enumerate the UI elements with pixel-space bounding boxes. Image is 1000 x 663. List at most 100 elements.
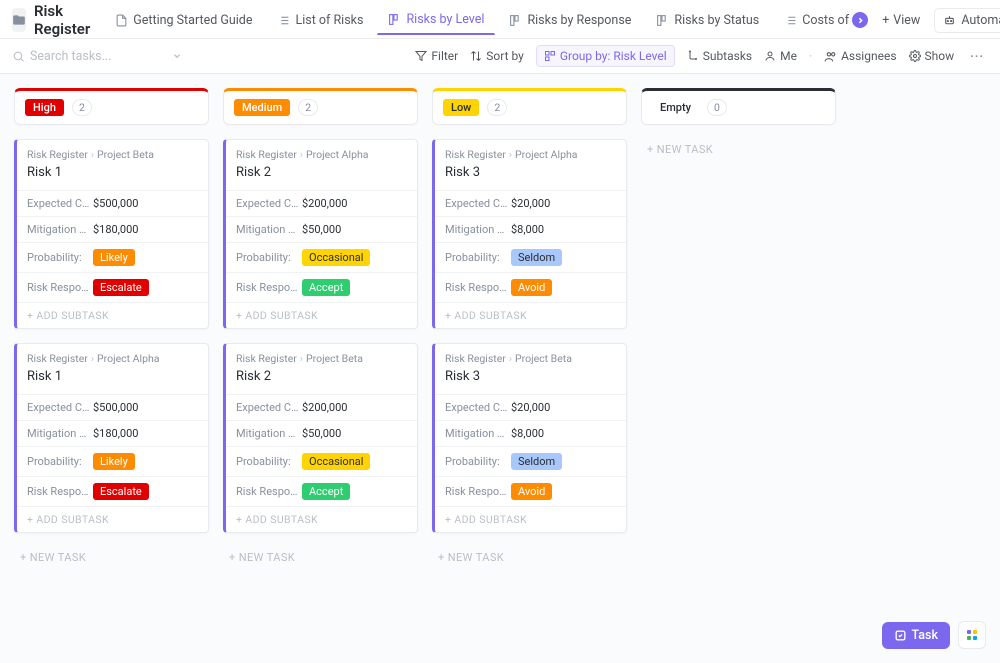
tab-risks-by-status[interactable]: Risks by Status: [645, 6, 770, 35]
tab-label: Risks by Level: [406, 12, 484, 27]
sort-label: Sort by: [486, 49, 524, 63]
field-label-mitigation: Mitigation …: [236, 427, 302, 440]
field-label-cost: Expected C…: [27, 197, 93, 210]
risk-card[interactable]: Risk Register › Project Beta Risk 1 Expe…: [14, 139, 209, 329]
crumb-project: Project Alpha: [515, 148, 577, 161]
crumb-project: Project Alpha: [97, 352, 159, 365]
column-header[interactable]: Low 2: [432, 88, 627, 125]
probability-chip: Likely: [93, 249, 135, 266]
response-chip: Escalate: [93, 483, 149, 500]
probability-chip: Occasional: [302, 453, 370, 470]
risk-card[interactable]: Risk Register › Project Alpha Risk 2 Exp…: [223, 139, 418, 329]
add-subtask-button[interactable]: + ADD SUBTASK: [17, 506, 208, 532]
header-bar: Risk Register Getting Started Guide List…: [0, 0, 1000, 32]
field-label-response: Risk Respo…: [445, 281, 511, 294]
add-view-label: View: [893, 13, 920, 28]
apps-menu-button[interactable]: [958, 621, 986, 649]
column-header[interactable]: Medium 2: [223, 88, 418, 125]
column-header[interactable]: High 2: [14, 88, 209, 125]
field-value-cost: $20,000: [511, 401, 550, 414]
status-pill: Medium: [234, 99, 290, 116]
tab-label: Getting Started Guide: [133, 13, 252, 28]
me-button[interactable]: Me: [764, 49, 797, 63]
breadcrumb: Risk Register › Project Alpha: [27, 352, 198, 365]
field-value-mitigation: $180,000: [93, 427, 138, 440]
risk-card[interactable]: Risk Register › Project Alpha Risk 1 Exp…: [14, 343, 209, 533]
tab-label: Risks by Response: [527, 13, 631, 28]
risk-card[interactable]: Risk Register › Project Beta Risk 3 Expe…: [432, 343, 627, 533]
field-label-cost: Expected C…: [27, 401, 93, 414]
sort-button[interactable]: Sort by: [470, 49, 524, 63]
chevron-right-icon: ›: [300, 352, 303, 365]
field-label-cost: Expected C…: [445, 197, 511, 210]
risk-card[interactable]: Risk Register › Project Beta Risk 2 Expe…: [223, 343, 418, 533]
field-label-mitigation: Mitigation …: [236, 223, 302, 236]
add-view-button[interactable]: + View: [874, 9, 928, 32]
field-label-mitigation: Mitigation …: [27, 223, 93, 236]
card-title: Risk 2: [236, 369, 407, 384]
crumb-root: Risk Register: [445, 148, 506, 161]
status-pill: Empty: [652, 99, 699, 116]
crumb-project: Project Beta: [97, 148, 154, 161]
column-header[interactable]: Empty 0: [641, 88, 836, 125]
field-label-probability: Probability:: [236, 251, 302, 264]
new-task-button[interactable]: + NEW TASK: [641, 139, 836, 160]
search-input[interactable]: Search tasks...: [12, 49, 182, 64]
field-value-mitigation: $50,000: [302, 427, 341, 440]
automate-button[interactable]: Automate: [934, 8, 1000, 33]
assignees-button[interactable]: Assignees: [824, 49, 896, 63]
subtasks-label: Subtasks: [703, 49, 752, 63]
floating-actions: Task: [882, 621, 987, 649]
group-by-button[interactable]: Group by: Risk Level: [536, 45, 675, 67]
field-value-mitigation: $8,000: [511, 427, 544, 440]
doc-icon: [115, 14, 128, 27]
breadcrumb: Risk Register › Project Beta: [445, 352, 616, 365]
field-label-cost: Expected C…: [445, 401, 511, 414]
tab-costs[interactable]: Costs of: [773, 6, 853, 35]
show-button[interactable]: Show: [909, 49, 955, 63]
tab-list-of-risks[interactable]: List of Risks: [266, 6, 374, 35]
toolbar: Search tasks... Filter Sort by Group by:…: [0, 38, 1000, 74]
response-chip: Accept: [302, 483, 350, 500]
field-label-probability: Probability:: [236, 455, 302, 468]
new-task-button[interactable]: + NEW TASK: [223, 547, 418, 568]
card-title: Risk 3: [445, 369, 616, 384]
field-label-response: Risk Respo…: [27, 485, 93, 498]
count-badge: 2: [298, 99, 318, 116]
more-tabs-button[interactable]: [852, 12, 868, 28]
new-task-button[interactable]: + NEW TASK: [432, 547, 627, 568]
tab-risks-by-response[interactable]: Risks by Response: [498, 6, 642, 35]
probability-chip: Seldom: [511, 249, 562, 266]
risk-card[interactable]: Risk Register › Project Alpha Risk 3 Exp…: [432, 139, 627, 329]
tab-risks-by-level[interactable]: Risks by Level: [377, 5, 495, 35]
add-subtask-button[interactable]: + ADD SUBTASK: [435, 506, 626, 532]
gear-icon: [909, 50, 921, 62]
field-value-cost: $500,000: [93, 401, 138, 414]
field-value-cost: $500,000: [93, 197, 138, 210]
response-chip: Avoid: [511, 279, 552, 296]
add-subtask-button[interactable]: + ADD SUBTASK: [226, 302, 417, 328]
field-label-probability: Probability:: [27, 251, 93, 264]
count-badge: 0: [707, 99, 727, 116]
add-subtask-button[interactable]: + ADD SUBTASK: [17, 302, 208, 328]
board-icon: [656, 14, 669, 27]
search-icon: [12, 50, 25, 63]
new-task-button[interactable]: + NEW TASK: [14, 547, 209, 568]
add-subtask-button[interactable]: + ADD SUBTASK: [435, 302, 626, 328]
folder-icon[interactable]: [12, 8, 26, 32]
field-label-cost: Expected C…: [236, 197, 302, 210]
sort-icon: [470, 50, 482, 62]
crumb-project: Project Beta: [515, 352, 572, 365]
tab-getting-started[interactable]: Getting Started Guide: [104, 6, 263, 35]
new-task-fab[interactable]: Task: [882, 622, 951, 649]
plus-icon: +: [882, 13, 889, 28]
card-title: Risk 3: [445, 165, 616, 180]
subtasks-button[interactable]: Subtasks: [687, 49, 752, 63]
list-icon: [277, 14, 290, 27]
add-subtask-button[interactable]: + ADD SUBTASK: [226, 506, 417, 532]
more-menu-button[interactable]: ···: [966, 49, 988, 63]
filter-button[interactable]: Filter: [415, 49, 458, 63]
crumb-root: Risk Register: [27, 148, 88, 161]
chevron-right-icon: ›: [91, 148, 94, 161]
field-value-cost: $200,000: [302, 401, 347, 414]
